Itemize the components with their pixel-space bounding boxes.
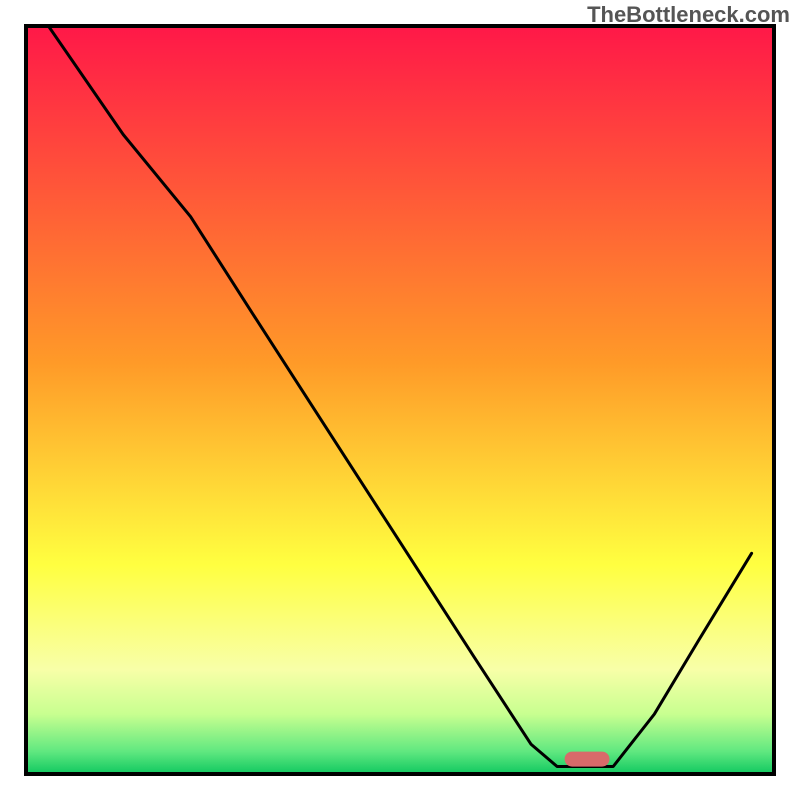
optimum-marker (565, 752, 610, 767)
gradient-background (26, 26, 774, 774)
watermark-text: TheBottleneck.com (587, 2, 790, 28)
bottleneck-chart (0, 0, 800, 800)
chart-container: { "watermark": "TheBottleneck.com", "cha… (0, 0, 800, 800)
